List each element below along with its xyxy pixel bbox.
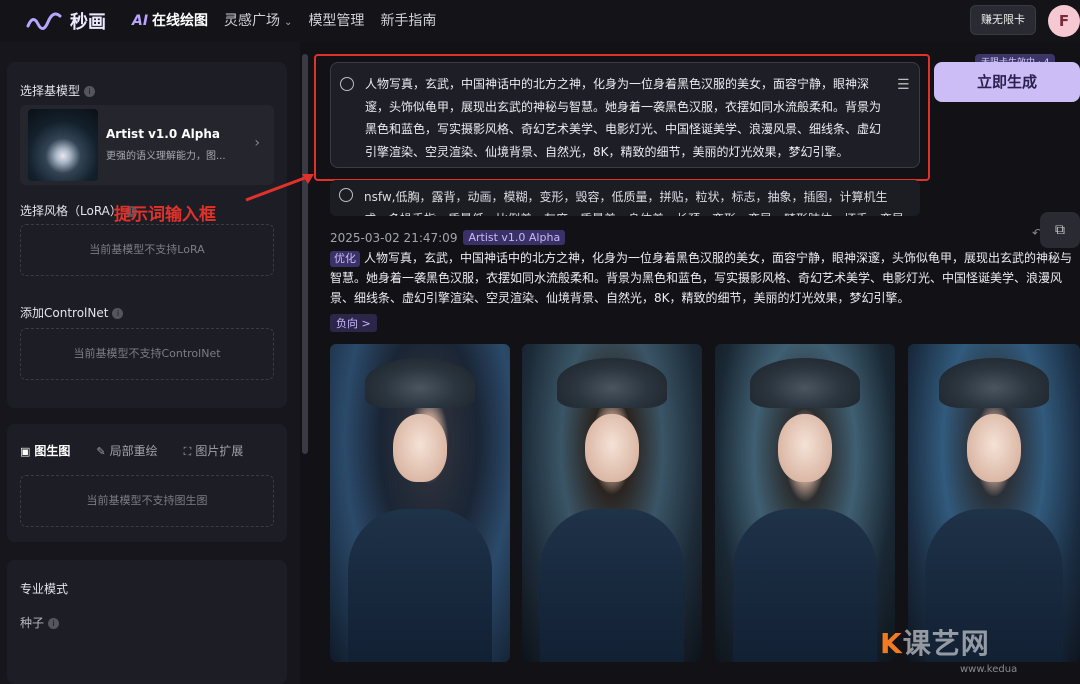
image-icon: ▣: [20, 445, 31, 458]
tab-inpaint[interactable]: ✎ 局部重绘: [96, 442, 157, 459]
negative-prompt-text[interactable]: nsfw,低胸，露背，动画，模糊，变形，毁容，低质量，拼贴，粒状，标志，抽象，插…: [364, 186, 909, 216]
model-settings-card: 选择基模型 i Artist v1.0 Alpha 更强的语义理解能力，图... …: [7, 62, 287, 408]
face: [393, 414, 447, 482]
sidebar: 选择基模型 i Artist v1.0 Alpha 更强的语义理解能力，图... …: [0, 42, 300, 684]
img2img-placeholder: 当前基模型不支持图生图: [20, 475, 274, 527]
result-image-4[interactable]: [908, 344, 1080, 662]
headdress: [365, 358, 475, 408]
robe: [540, 509, 684, 662]
result-meta: 2025-03-02 21:47:09 Artist v1.0 Alpha: [330, 230, 566, 245]
model-selector[interactable]: Artist v1.0 Alpha 更强的语义理解能力，图... ›: [20, 105, 274, 185]
info-icon[interactable]: i: [112, 308, 124, 319]
lightbulb-icon: [339, 188, 353, 202]
result-prompt-text: 人物写真，玄武，中国神话中的北方之神，化身为一位身着黑色汉服的美女，面容宁静，眼…: [330, 251, 1073, 305]
info-icon[interactable]: i: [84, 86, 96, 97]
nav-item-label: 灵感广场: [224, 13, 281, 29]
image-tools-tabs: ▣ 图生图 ✎ 局部重绘 ⛶ 图片扩展: [20, 442, 243, 459]
logo-wave-icon: [26, 12, 62, 30]
result-prompt: 优化 人物写真，玄武，中国神话中的北方之神，化身为一位身着黑色汉服的美女，面容宁静…: [330, 248, 1075, 308]
headdress: [939, 358, 1049, 408]
optimize-tag: 优化: [330, 251, 360, 267]
watermark-text: 课艺网: [902, 627, 990, 660]
chevron-right-icon: ›: [254, 135, 260, 151]
headdress: [557, 358, 667, 408]
tab-label: 图生图: [34, 444, 71, 458]
result-timestamp: 2025-03-02 21:47:09: [330, 230, 458, 245]
model-thumbnail: [28, 109, 98, 181]
nav-item-model-management[interactable]: 模型管理: [308, 10, 364, 30]
pro-mode-title: 专业模式: [20, 582, 69, 596]
annotation-arrow-icon: [245, 174, 314, 202]
sidebar-scrollbar[interactable]: [302, 54, 308, 454]
base-model-title: 选择基模型 i: [20, 82, 96, 99]
result-image-2[interactable]: [522, 344, 702, 662]
negative-direction-tag[interactable]: 负向 >: [330, 314, 377, 332]
logo-text: 秒画: [70, 12, 106, 33]
main-nav: AI 在线绘图 灵感广场 ⌄ 模型管理 新手指南: [132, 10, 436, 30]
face: [778, 414, 832, 482]
nav-ai-prefix: AI: [132, 13, 149, 29]
nav-item-online-draw[interactable]: AI 在线绘图: [132, 10, 208, 30]
face: [967, 414, 1021, 482]
controlnet-title-text: 添加ControlNet: [20, 306, 109, 320]
controlnet-placeholder: 当前基模型不支持ControlNet: [20, 328, 274, 380]
chevron-down-icon: ⌄: [284, 17, 293, 28]
robe: [733, 509, 877, 662]
watermark: K课艺网: [880, 622, 990, 662]
generate-button[interactable]: 立即生成: [934, 62, 1080, 102]
result-image-1[interactable]: [330, 344, 510, 662]
vip-card-button[interactable]: 赚无限卡: [970, 5, 1036, 35]
tab-label: 图片扩展: [195, 444, 244, 458]
robe: [348, 509, 492, 662]
controlnet-title: 添加ControlNet i: [20, 304, 124, 321]
tab-label: 局部重绘: [109, 444, 158, 458]
info-icon[interactable]: i: [48, 618, 60, 629]
face: [585, 414, 639, 482]
logo[interactable]: 秒画: [26, 8, 106, 34]
model-description: 更强的语义理解能力，图...: [106, 151, 226, 162]
tab-img2img[interactable]: ▣ 图生图: [20, 442, 70, 459]
lora-title-text: 选择风格（LoRA）: [20, 204, 122, 218]
top-bar: 秒画 AI 在线绘图 灵感广场 ⌄ 模型管理 新手指南 赚无限卡 F: [0, 0, 1080, 42]
watermark-url: www.kedua: [960, 664, 1018, 675]
nav-item-label: 在线绘图: [152, 13, 209, 29]
result-image-3[interactable]: [715, 344, 895, 662]
lora-placeholder: 当前基模型不支持LoRA: [20, 224, 274, 276]
image-upload-icon[interactable]: ⧉: [1040, 212, 1080, 248]
annotation-label: 提示词输入框: [114, 205, 216, 225]
model-name: Artist v1.0 Alpha: [106, 127, 220, 141]
nav-item-guide[interactable]: 新手指南: [380, 10, 436, 30]
tab-outpaint[interactable]: ⛶ 图片扩展: [184, 442, 244, 459]
base-model-title-text: 选择基模型: [20, 84, 81, 98]
prompt-highlight-box: [314, 54, 930, 181]
expand-icon: ⛶: [183, 445, 192, 458]
headdress: [750, 358, 860, 408]
watermark-k-icon: K: [880, 627, 903, 660]
avatar[interactable]: F: [1048, 5, 1080, 37]
seed-label-text: 种子: [20, 616, 45, 630]
nav-item-inspiration[interactable]: 灵感广场 ⌄: [224, 10, 292, 30]
seed-label: 种子 i: [20, 614, 60, 631]
brush-icon: ✎: [96, 445, 106, 458]
pro-mode-card: 专业模式 种子 i: [7, 560, 287, 684]
negative-prompt-input[interactable]: nsfw,低胸，露背，动画，模糊，变形，毁容，低质量，拼贴，粒状，标志，抽象，插…: [330, 180, 920, 216]
result-model-tag: Artist v1.0 Alpha: [463, 230, 566, 245]
